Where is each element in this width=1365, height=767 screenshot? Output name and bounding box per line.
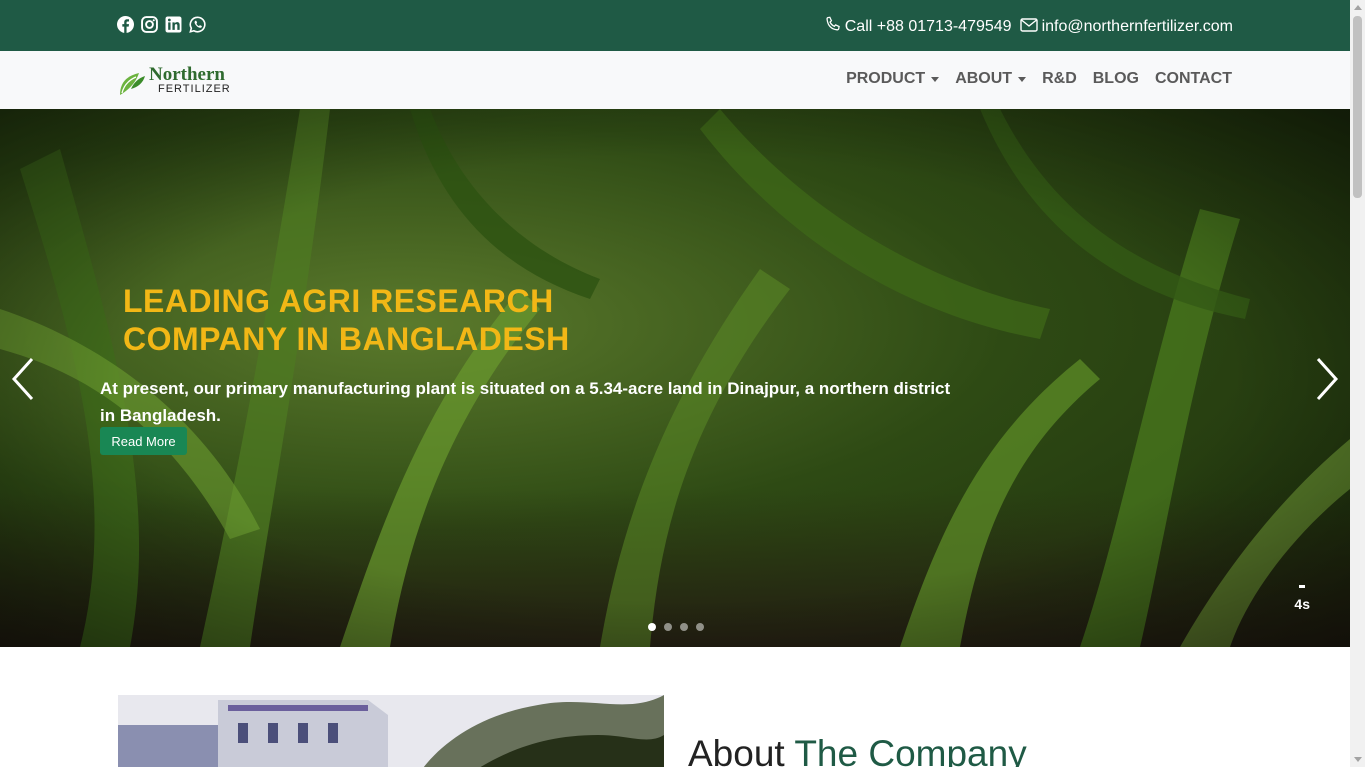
carousel-indicator[interactable] [680, 623, 688, 631]
autoplay-timer: 4s [1294, 585, 1310, 612]
instagram-icon[interactable] [140, 15, 158, 33]
hero-heading-line1: LEADING AGRI RESEARCH [123, 283, 554, 319]
timer-progress-bar [1299, 585, 1306, 588]
linkedin-icon[interactable] [164, 15, 182, 33]
scrollbar-thumb[interactable] [1353, 16, 1362, 198]
nav-product[interactable]: PRODUCT [846, 70, 940, 88]
envelope-icon [1019, 17, 1038, 37]
about-title-plain: About [688, 733, 785, 767]
about-title-accent: The Company [794, 733, 1027, 767]
leaf-logo-icon [117, 67, 147, 97]
about-section-title: About The Company [688, 733, 1027, 767]
read-more-button[interactable]: Read More [100, 427, 187, 455]
page: Call +88 01713-479549 info@northernferti… [0, 0, 1350, 767]
page-scrollbar[interactable] [1350, 0, 1365, 767]
about-building-image [118, 695, 664, 767]
main-menu: PRODUCT ABOUT R&D BLOG CONTACT [846, 70, 1232, 88]
navbar: Northern FERTILIZER PRODUCT ABOUT R&D BL… [0, 51, 1350, 109]
logo[interactable]: Northern FERTILIZER [117, 64, 239, 97]
phone-label: Call +88 01713-479549 [844, 18, 1012, 35]
hero-heading: LEADING AGRI RESEARCH COMPANY IN BANGLAD… [123, 282, 643, 358]
nav-contact[interactable]: CONTACT [1155, 70, 1232, 88]
facebook-icon[interactable] [116, 15, 134, 33]
nav-blog-label: BLOG [1092, 70, 1139, 87]
top-bar: Call +88 01713-479549 info@northernferti… [0, 0, 1350, 51]
nav-about[interactable]: ABOUT [955, 70, 1027, 88]
hero-carousel: LEADING AGRI RESEARCH COMPANY IN BANGLAD… [0, 109, 1350, 647]
email-label: info@northernfertilizer.com [1041, 18, 1233, 35]
nav-contact-label: CONTACT [1154, 70, 1232, 87]
whatsapp-icon[interactable] [188, 15, 206, 33]
carousel-indicator[interactable] [664, 623, 672, 631]
logo-subtitle: FERTILIZER [158, 83, 231, 95]
contact-info: Call +88 01713-479549 info@northernferti… [816, 16, 1233, 38]
caret-down-icon [1018, 76, 1027, 82]
phone-link[interactable]: Call +88 01713-479549 [824, 16, 1012, 38]
hero-description: At present, our primary manufacturing pl… [100, 379, 951, 425]
scroll-up-arrow-icon[interactable] [1354, 5, 1362, 10]
nav-about-label: ABOUT [955, 70, 1013, 87]
nav-rnd[interactable]: R&D [1042, 70, 1077, 88]
social-links [116, 15, 206, 33]
email-link[interactable]: info@northernfertilizer.com [1019, 17, 1233, 37]
carousel-prev-arrow-icon[interactable] [8, 355, 38, 403]
nav-rnd-label: R&D [1042, 70, 1077, 87]
scroll-down-arrow-icon[interactable] [1354, 757, 1362, 762]
caret-down-icon [931, 76, 940, 82]
hero-heading-line2: COMPANY IN BANGLADESH [123, 321, 570, 357]
carousel-indicator[interactable] [648, 623, 656, 631]
carousel-next-arrow-icon[interactable] [1312, 355, 1342, 403]
nav-product-label: PRODUCT [846, 70, 926, 87]
carousel-indicators [648, 623, 704, 631]
phone-icon [824, 16, 841, 38]
timer-label: 4s [1294, 596, 1310, 612]
nav-blog[interactable]: BLOG [1093, 70, 1139, 88]
carousel-indicator[interactable] [696, 623, 704, 631]
